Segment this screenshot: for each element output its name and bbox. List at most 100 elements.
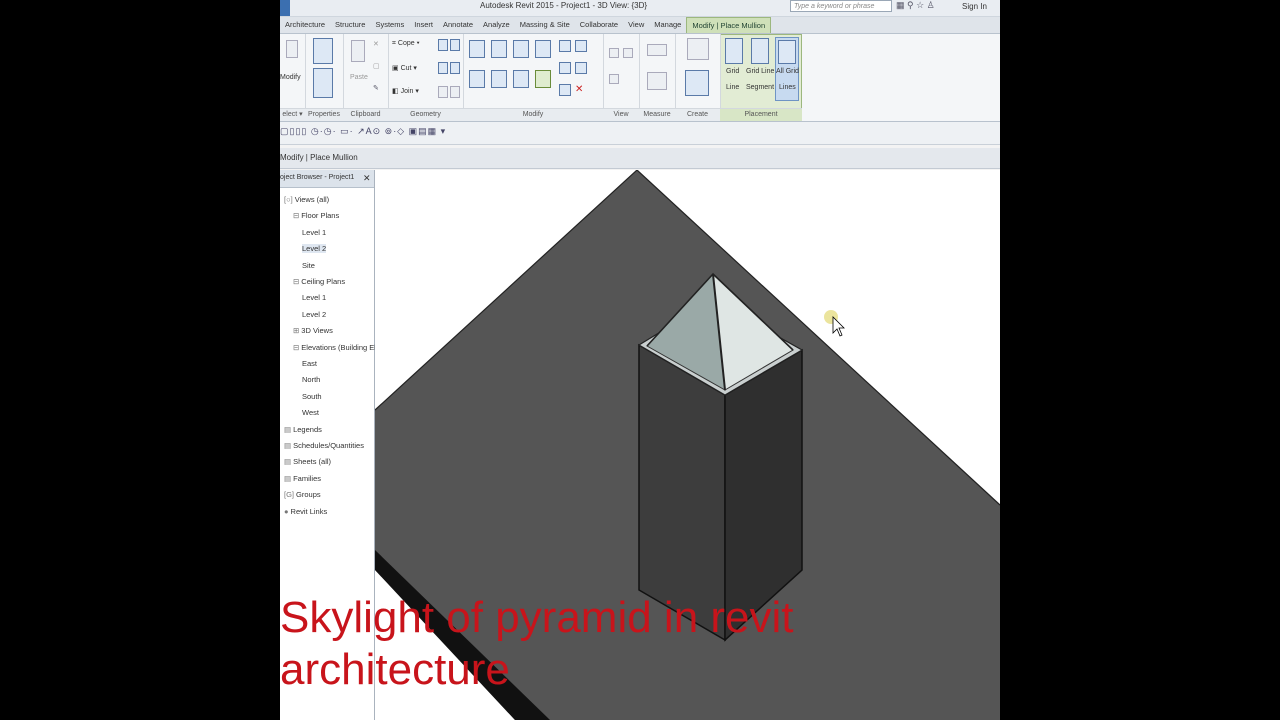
cope-button[interactable]: ⌗ Cope ▾	[392, 40, 420, 48]
copy-clip-icon[interactable]: ▢	[373, 62, 380, 70]
browser-item[interactable]: ▤ Families	[284, 474, 321, 483]
mirror-draw-icon[interactable]	[535, 40, 551, 58]
tab-systems[interactable]: Systems	[370, 17, 409, 33]
scale-icon[interactable]	[575, 62, 587, 74]
cut-clip-icon[interactable]: ✕	[373, 40, 379, 48]
grid-line-segment-button[interactable]: Grid Line Segment	[746, 38, 776, 100]
browser-item[interactable]: [G] Groups	[284, 490, 321, 499]
move-icon[interactable]	[469, 70, 485, 88]
browser-item[interactable]: ▤ Sheets (all)	[284, 457, 331, 466]
linework-icon[interactable]	[609, 74, 619, 84]
browser-item-label: Legends	[293, 424, 322, 434]
mirror-axis-icon[interactable]	[513, 40, 529, 58]
browser-item-label: Views (all)	[294, 195, 330, 204]
browser-item[interactable]: ▤ Schedules/Quantities	[284, 441, 364, 450]
unjoin-icon[interactable]	[438, 86, 448, 98]
pin-icon[interactable]	[559, 84, 571, 96]
tab-view[interactable]: View	[623, 17, 649, 33]
browser-item[interactable]: South	[302, 392, 322, 401]
offset-icon[interactable]	[491, 40, 507, 58]
properties-panel: Properties	[305, 34, 344, 121]
tab-collaborate[interactable]: Collaborate	[575, 17, 623, 33]
browser-item[interactable]: Level 2	[302, 310, 326, 319]
override-icon[interactable]	[623, 48, 633, 58]
browser-item[interactable]: Level 1	[302, 228, 326, 237]
browser-item-label: Groups	[296, 490, 321, 500]
browser-item[interactable]: [○] Views (all)	[284, 195, 329, 204]
quick-access-toolbar: ▢▯▯▯ ◷·◷· ▭· ↗A⊙ ⊚·◇ ▣▤▦ ▾	[280, 122, 1000, 145]
join-button[interactable]: ◧ Join ▾	[392, 87, 419, 95]
cut-button[interactable]: ▣ Cut ▾	[392, 64, 417, 72]
browser-item[interactable]: Level 2	[302, 244, 327, 254]
rotate-icon[interactable]	[513, 70, 529, 88]
copy-icon[interactable]	[491, 70, 507, 88]
browser-item[interactable]: North	[302, 375, 320, 384]
browser-item-label: South	[302, 391, 322, 401]
demolish-icon[interactable]	[450, 62, 460, 74]
browser-item[interactable]: Level 1	[302, 293, 326, 302]
tab-insert[interactable]: Insert	[409, 17, 438, 33]
view-panel: View	[603, 34, 640, 121]
browser-item-label: Revit Links	[290, 506, 328, 516]
properties-icon[interactable]	[313, 68, 333, 98]
browser-item[interactable]: East	[302, 359, 317, 368]
trim-extend-icon[interactable]	[535, 70, 551, 88]
browser-item[interactable]: ⊞ 3D Views	[293, 326, 333, 335]
video-caption: Skylight of pyramid in revit architectur…	[280, 592, 1000, 696]
tab-annotate[interactable]: Annotate	[438, 17, 478, 33]
type-properties-icon[interactable]	[313, 38, 333, 64]
tab-analyze[interactable]: Analyze	[478, 17, 515, 33]
panel-label-modify: Modify	[463, 108, 603, 121]
paint-icon[interactable]	[450, 39, 460, 51]
browser-item[interactable]: West	[302, 408, 319, 417]
grid-line-button[interactable]: Grid Line	[723, 38, 745, 100]
match-type-icon[interactable]: ✎	[373, 84, 379, 92]
array-icon[interactable]	[559, 62, 571, 74]
tree-node-icon: [○]	[284, 195, 293, 204]
wall-joins-icon[interactable]	[438, 62, 448, 74]
browser-item[interactable]: ⊟ Elevations (Building Elev	[293, 343, 384, 352]
panel-label-select: elect ▾	[280, 108, 305, 121]
tab-massing-site[interactable]: Massing & Site	[515, 17, 575, 33]
browser-item-label: East	[302, 359, 318, 368]
browser-item[interactable]: Site	[302, 261, 315, 270]
search-input[interactable]: Type a keyword or phrase	[790, 0, 892, 12]
paste-icon[interactable]	[351, 40, 365, 62]
application-menu-button[interactable]	[280, 0, 290, 16]
sign-in-link[interactable]: Sign In	[962, 2, 987, 11]
split-gap-icon[interactable]	[575, 40, 587, 52]
hammer-icon[interactable]	[450, 86, 460, 98]
hide-icon[interactable]	[609, 48, 619, 58]
title-bar: Autodesk Revit 2015 - Project1 - 3D View…	[280, 0, 1000, 17]
tab-architecture[interactable]: Architecture	[280, 17, 330, 33]
tab-manage[interactable]: Manage	[649, 17, 686, 33]
align-icon[interactable]	[469, 40, 485, 58]
close-icon[interactable]: ✕	[363, 173, 371, 184]
browser-item[interactable]: ● Revit Links	[284, 507, 327, 516]
quick-access-icons[interactable]: ▢▯▯▯ ◷·◷· ▭· ↗A⊙ ⊚·◇ ▣▤▦ ▾	[280, 126, 446, 137]
infocenter-icons[interactable]: ▦ ⚲ ☆ ♙	[896, 0, 935, 11]
measure-icon[interactable]	[647, 44, 667, 56]
create-group-icon[interactable]	[685, 70, 709, 96]
browser-item[interactable]: ▤ Legends	[284, 425, 322, 434]
tab-modify-place-mullion[interactable]: Modify | Place Mullion	[686, 17, 772, 33]
browser-item-label: Families	[293, 473, 322, 483]
delete-icon[interactable]: ✕	[575, 84, 583, 95]
dimension-icon[interactable]	[647, 72, 667, 90]
browser-item[interactable]: ⊟ Ceiling Plans	[293, 277, 345, 286]
all-grid-lines-button[interactable]: All Grid Lines	[775, 37, 799, 101]
tab-structure[interactable]: Structure	[330, 17, 370, 33]
modify-tools-panel: ✕ Modify	[463, 34, 604, 121]
revit-window: Autodesk Revit 2015 - Project1 - 3D View…	[280, 0, 1000, 720]
geometry-panel: ⌗ Cope ▾ ▣ Cut ▾ ◧ Join ▾ Geometry	[388, 34, 464, 121]
browser-item[interactable]: ⊟ Floor Plans	[293, 211, 339, 220]
split-icon[interactable]	[559, 40, 571, 52]
modify-arrow-icon[interactable]	[286, 40, 298, 58]
cope-label: Cope	[397, 40, 415, 47]
browser-item-label: Level 1	[302, 293, 327, 303]
panel-label-geometry: Geometry	[388, 108, 463, 121]
browser-item-label: 3D Views	[301, 326, 333, 336]
split-face-icon[interactable]	[438, 39, 448, 51]
tree-node-icon: ▤	[284, 457, 292, 467]
create-parts-icon[interactable]	[687, 38, 709, 60]
